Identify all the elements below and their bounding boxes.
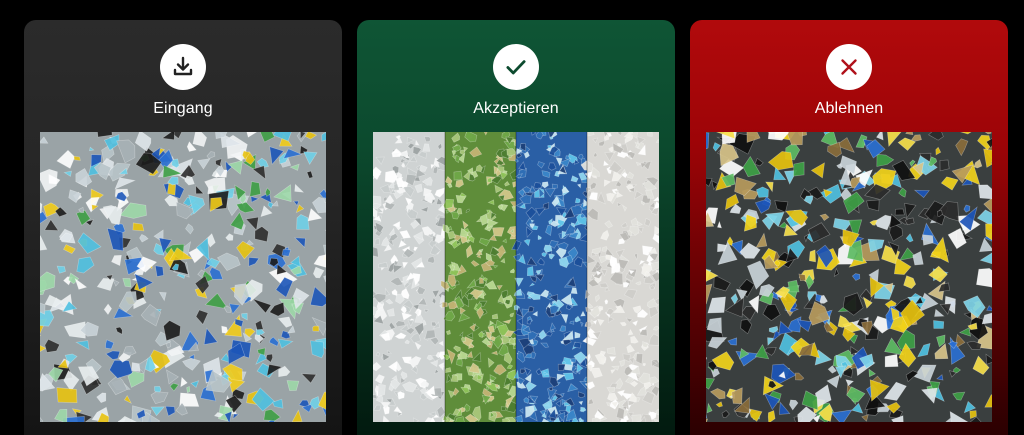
card-reject: Ablehnen (690, 20, 1008, 435)
card-incoming: Eingang (24, 20, 342, 435)
download-icon-badge (160, 44, 206, 90)
close-icon-badge (826, 44, 872, 90)
card-accept: Akzeptieren (357, 20, 675, 435)
download-icon (173, 56, 193, 76)
card-label: Ablehnen (814, 100, 884, 117)
mixed-glass-cullet-photo (40, 132, 326, 422)
card-label: Akzeptieren (473, 100, 559, 117)
checkmark-icon (506, 60, 526, 75)
sorted-glass-by-color-photo (373, 132, 659, 422)
card-label: Eingang (153, 100, 213, 117)
close-icon (841, 59, 857, 75)
contaminated-glass-cullet-photo (706, 132, 992, 422)
checkmark-icon-badge (493, 44, 539, 90)
